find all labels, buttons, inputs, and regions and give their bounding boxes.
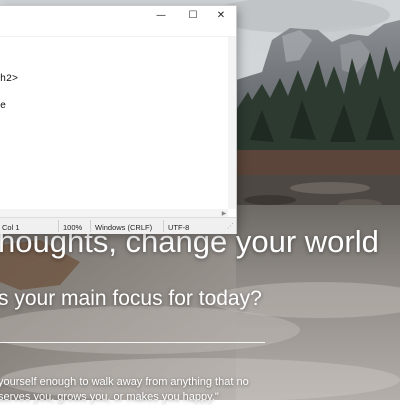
maximize-button[interactable]: ☐ xyxy=(178,6,208,24)
horizontal-scrollbar[interactable] xyxy=(0,209,228,217)
line-endings: Windows (CRLF) xyxy=(95,223,153,232)
quote-line: yourself enough to walk away from anythi… xyxy=(0,376,249,388)
status-divider xyxy=(90,220,91,232)
cursor-position: Col 1 xyxy=(2,223,20,232)
daily-quote: yourself enough to walk away from anythi… xyxy=(0,375,268,405)
quote-line: serves you, grows you, or makes you happ… xyxy=(0,391,219,403)
text-editor[interactable]: h2> e xyxy=(0,37,228,209)
editor-line: e xyxy=(0,101,7,112)
zoom-level: 100% xyxy=(63,223,83,232)
focus-question: s your main focus for today? xyxy=(0,287,262,310)
status-bar: Col 1 100% Windows (CRLF) UTF-8 ⋰ xyxy=(0,217,236,234)
encoding: UTF-8 xyxy=(168,223,190,232)
scroll-right-icon[interactable]: ▶ xyxy=(220,209,228,217)
title-bar[interactable]: — ☐ ✕ xyxy=(0,6,236,24)
menu-bar xyxy=(0,24,236,37)
minimize-button[interactable]: — xyxy=(146,6,176,24)
status-divider xyxy=(58,220,59,232)
notepad-window: — ☐ ✕ h2> e ▶ Col 1 100% Windows (CRLF) … xyxy=(0,6,236,234)
resize-grip-icon[interactable]: ⋰ xyxy=(227,222,234,230)
close-button[interactable]: ✕ xyxy=(206,6,236,24)
status-divider xyxy=(163,220,164,232)
vertical-scrollbar[interactable] xyxy=(228,37,236,209)
editor-line: h2> xyxy=(0,74,19,85)
focus-input[interactable] xyxy=(0,326,265,343)
